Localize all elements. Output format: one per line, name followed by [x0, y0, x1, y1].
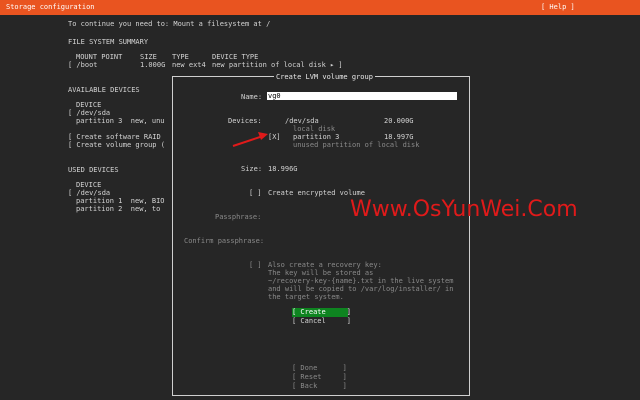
annotation-arrow-icon	[232, 132, 268, 147]
encrypt-checkbox[interactable]: [ ]	[249, 189, 262, 198]
watermark: Www.OsYunWei.Com	[350, 197, 578, 222]
passphrase-label: Passphrase:	[215, 213, 262, 221]
size-label: Size:	[241, 165, 263, 173]
device-partition-desc: unused partition of local disk	[293, 141, 420, 149]
name-label: Name:	[241, 93, 263, 101]
name-input[interactable]: vg0	[267, 92, 457, 100]
used-heading: USED DEVICES	[68, 166, 119, 174]
dialog-title: Create LVM volume group	[274, 73, 375, 82]
create-volume-group-button[interactable]: [ Create volume group (	[68, 141, 165, 150]
back-button[interactable]: [ Back ]	[292, 382, 347, 391]
confirm-passphrase-label: Confirm passphrase:	[184, 237, 265, 245]
summary-type: new ext4	[172, 61, 206, 69]
create-button[interactable]: [ Create ]	[292, 308, 351, 317]
summary-device: new partition of local disk ▸ ]	[212, 61, 343, 69]
reset-button[interactable]: [ Reset ]	[292, 373, 347, 382]
instructions: To continue you need to: Mount a filesys…	[68, 20, 271, 28]
page-title: Storage configuration	[6, 3, 95, 11]
header-bar: Storage configuration [ Help ]	[0, 0, 640, 15]
recovery-checkbox[interactable]: [ ]	[249, 261, 262, 270]
used-partition-2[interactable]: partition 2 new, to	[76, 205, 160, 214]
cancel-button[interactable]: [ Cancel ]	[292, 317, 351, 326]
available-partition[interactable]: partition 3 new, unu	[76, 117, 165, 126]
summary-heading: FILE SYSTEM SUMMARY	[68, 38, 149, 46]
summary-size: 1.000G	[140, 61, 166, 69]
summary-mount: [ /boot	[68, 61, 98, 69]
help-button[interactable]: [ Help ]	[541, 3, 575, 12]
recovery-line-5: the target system.	[268, 293, 344, 301]
lvm-dialog	[172, 76, 470, 396]
size-value: 18.996G	[268, 165, 298, 173]
device-disk-size: 20.000G	[384, 117, 414, 125]
done-button[interactable]: [ Done ]	[292, 364, 347, 373]
available-heading: AVAILABLE DEVICES	[68, 86, 140, 94]
